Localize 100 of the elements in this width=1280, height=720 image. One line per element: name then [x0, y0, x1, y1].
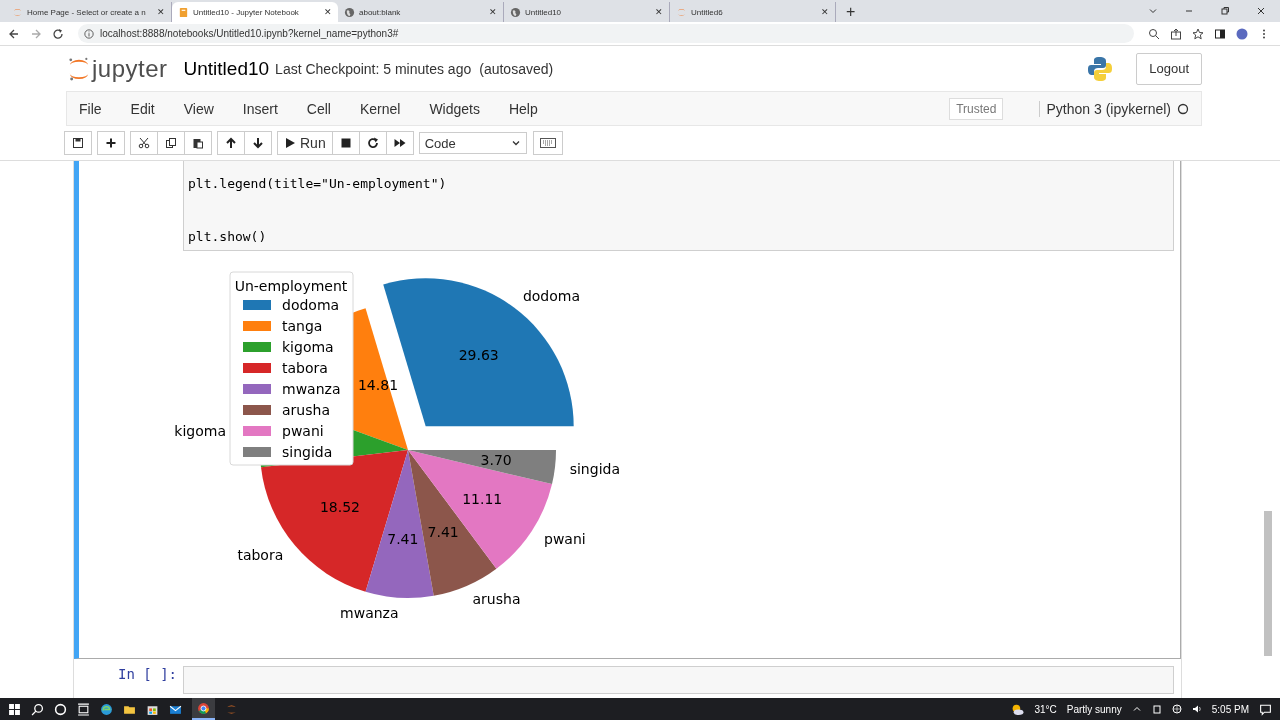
keyboard-button[interactable] — [532, 131, 563, 155]
slice-label: arusha — [472, 591, 521, 608]
globe-icon[interactable] — [1171, 704, 1182, 714]
share-icon[interactable] — [1170, 27, 1182, 40]
keyboard-icon — [539, 138, 556, 148]
info-icon — [84, 28, 94, 39]
restart-icon — [366, 137, 379, 149]
chevron-down-icon[interactable] — [1148, 6, 1158, 16]
chevron-up-icon[interactable] — [1131, 704, 1142, 714]
slice-value-label: 7.41 — [427, 523, 459, 540]
slice-label: kigoma — [174, 423, 226, 440]
code-cell[interactable] — [74, 161, 1181, 659]
legend-label: arusha — [282, 402, 330, 418]
scissors-icon — [138, 137, 150, 149]
fast-forward-icon — [393, 137, 406, 149]
legend-label: tabora — [282, 360, 328, 376]
run-button[interactable]: Run — [277, 131, 333, 155]
empty-code-cell[interactable]: In [ ]: — [74, 659, 1181, 698]
menu-item[interactable]: Edit — [130, 100, 155, 117]
menu-item[interactable]: Kernel — [359, 100, 401, 117]
back-icon[interactable] — [8, 27, 20, 40]
search-icon[interactable] — [31, 702, 44, 716]
restore-icon[interactable] — [1220, 6, 1230, 16]
browser-tab[interactable]: Untitled6 ✕ — [670, 2, 836, 22]
globe-icon — [510, 6, 521, 18]
tab-close-button[interactable]: ✕ — [489, 7, 497, 17]
caret-icon — [510, 138, 521, 148]
weather-text[interactable]: Partly sunny — [1066, 703, 1122, 715]
autosave-status: (autosaved) — [479, 60, 554, 77]
notification-icon[interactable] — [1259, 702, 1272, 716]
weather-icon[interactable] — [1011, 702, 1025, 716]
clock-time[interactable]: 5:05 PM — [1211, 703, 1249, 715]
menu-item[interactable]: Widgets — [429, 100, 480, 117]
new-tab-button[interactable]: + — [846, 3, 856, 21]
paste-icon — [192, 137, 204, 149]
tab-close-button[interactable]: ✕ — [655, 7, 663, 17]
trusted-indicator[interactable]: Trusted — [949, 97, 1004, 120]
slice-value-label: 29.63 — [458, 347, 499, 364]
slice-value-label: 18.52 — [319, 499, 360, 516]
slice-value-label: 7.41 — [387, 530, 419, 547]
address-field[interactable]: localhost:8888/notebooks/Untitled10.ipynb?kernel_name=python3# — [78, 24, 1134, 43]
cut-button[interactable] — [130, 131, 158, 155]
slice-label: mwanza — [340, 604, 399, 621]
browser-tab[interactable]: Untitled10 ✕ — [504, 2, 670, 22]
move-down-button[interactable] — [244, 131, 272, 155]
copy-button[interactable] — [157, 131, 185, 155]
browser-tab[interactable]: Untitled10 - Jupyter Notebook ✕ — [172, 2, 338, 22]
reload-icon[interactable] — [52, 27, 64, 40]
save-icon — [72, 137, 84, 149]
scrollbar-thumb[interactable] — [1264, 511, 1272, 656]
legend-label: tanga — [282, 318, 323, 334]
jupyter-logo-text[interactable]: jupyter — [92, 54, 168, 83]
windows-start-icon[interactable] — [8, 702, 21, 716]
battery-icon[interactable] — [1151, 704, 1162, 714]
globe-icon — [344, 6, 355, 18]
add-cell-button[interactable] — [97, 131, 125, 155]
task-view-icon[interactable] — [77, 702, 90, 716]
notebook-name[interactable]: Untitled10 — [183, 57, 270, 80]
move-up-button[interactable] — [217, 131, 245, 155]
tab-close-button[interactable]: ✕ — [324, 7, 332, 17]
arrow-down-icon — [252, 137, 264, 149]
paste-button[interactable] — [184, 131, 212, 155]
browser-tab[interactable]: about:blank ✕ — [338, 2, 504, 22]
menu-item[interactable]: View — [183, 100, 214, 117]
logout-button[interactable]: Logout — [1136, 52, 1202, 85]
slice-label: dodoma — [522, 287, 580, 304]
stop-button[interactable] — [331, 131, 360, 155]
save-button[interactable] — [64, 131, 92, 155]
menu-item[interactable]: Help — [508, 100, 538, 117]
copy-icon — [165, 137, 177, 149]
slice-value-label: 11.11 — [462, 490, 503, 507]
legend-label: dodoma — [282, 297, 340, 313]
tab-close-button[interactable]: ✕ — [821, 7, 829, 17]
close-icon[interactable] — [1256, 6, 1266, 16]
avatar-icon[interactable] — [1236, 27, 1248, 40]
cell-prompt: In [ ]: — [118, 666, 177, 684]
python-logo-icon — [1086, 54, 1115, 83]
menu-item[interactable]: File — [79, 100, 102, 117]
arrow-up-icon — [225, 137, 237, 149]
play-icon — [284, 137, 296, 149]
fast-forward-button[interactable] — [385, 131, 414, 155]
code-input[interactable] — [183, 666, 1174, 694]
legend-label: pwani — [282, 423, 324, 439]
temperature[interactable]: 31°C — [1034, 703, 1057, 715]
stop-icon — [339, 137, 352, 149]
checkpoint-text: Last Checkpoint: 5 minutes ago — [275, 60, 472, 77]
plus-icon — [105, 137, 117, 149]
menu-item[interactable]: Insert — [242, 100, 278, 117]
star-icon[interactable] — [1192, 27, 1204, 40]
tab-close-button[interactable]: ✕ — [157, 7, 165, 17]
kernel-idle-icon — [1177, 102, 1189, 115]
menu-item[interactable]: Cell — [306, 100, 331, 117]
restart-button[interactable] — [358, 131, 387, 155]
zoom-icon[interactable] — [1148, 27, 1160, 40]
sidebar-icon[interactable] — [1214, 27, 1226, 40]
legend-label: mwanza — [282, 381, 341, 397]
speaker-icon[interactable] — [1191, 704, 1202, 714]
code-input[interactable]: plt.legend(title="Un-employment") plt.show() — [183, 161, 1174, 251]
slice-label: tabora — [237, 546, 284, 563]
cell-type-dropdown[interactable]: Code — [418, 132, 527, 154]
